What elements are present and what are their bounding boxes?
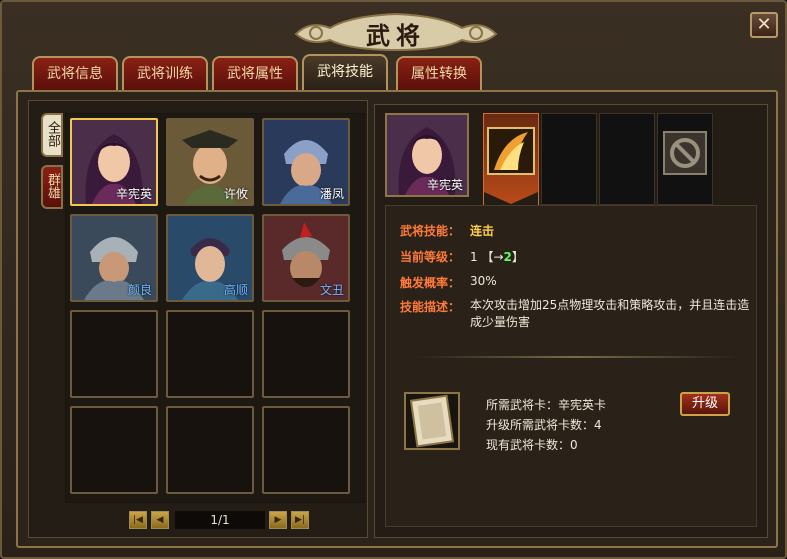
tab-general-training[interactable]: 武将训练 [122,56,208,90]
skill-level-close: 】 [511,250,524,264]
divider [416,356,736,358]
close-button[interactable]: ✕ [750,12,778,38]
skill-slot-locked [657,113,713,205]
hero-slot[interactable]: 辛宪英 [70,118,158,206]
skill-level-current: 1 [470,250,478,264]
locked-icon [663,131,707,175]
tab-general-skills[interactable]: 武将技能 [302,54,388,90]
hero-name: 潘凤 [319,187,344,201]
upgrade-button[interactable]: 升级 [680,392,730,416]
side-tab-all-label: 全部 [45,121,60,147]
combo-skill-icon [484,127,538,206]
hero-name: 文丑 [319,283,344,297]
skill-level-next: 2 [503,250,512,264]
hero-name: 颜良 [127,283,152,297]
empty-hero-slot [166,406,254,494]
prev-page-icon: ◀ [156,515,164,525]
skill-slot-empty [541,113,597,205]
required-card: 所需武将卡：辛宪英卡 [486,398,607,412]
hero-slot[interactable]: 许攸 [166,118,254,206]
skill-info-box: 武将技能： 连击 当前等级： 1 【→2】 触发概率： 30% 技能描述： 本次… [385,205,757,527]
general-card-icon [404,392,460,450]
last-page-button[interactable]: ▶| [291,511,309,529]
window-title-plate: 武将 [290,6,502,54]
side-tab-warlords[interactable]: 群雄 [41,165,63,209]
skill-detail-panel: 辛宪英 武将技能： 连击 当前等级： 1 【→2】 触发概率： 30% 技能描述… [374,104,768,538]
next-page-icon: ▶ [274,515,282,525]
upgrade-card-count: 升级所需武将卡数：4 [486,418,602,432]
skill-desc-label: 技能描述： [400,300,461,314]
side-tab-all[interactable]: 全部 [41,113,63,157]
hero-slot[interactable]: 文丑 [262,214,350,302]
empty-hero-slot [262,310,350,398]
window-title: 武将 [366,21,426,50]
hero-grid: 辛宪英 许攸 潘凤 颜良 高顺 文丑 [65,113,365,503]
tab-general-info[interactable]: 武将信息 [32,56,118,90]
empty-hero-slot [70,406,158,494]
prev-page-button[interactable]: ◀ [151,511,169,529]
hero-name: 高顺 [223,283,248,297]
next-page-button[interactable]: ▶ [269,511,287,529]
generals-window: 武将 ✕ 武将信息 武将训练 武将属性 武将技能 属性转换 全部 群雄 辛宪英 … [0,0,787,559]
skill-name-label: 武将技能： [400,224,461,238]
hero-slot[interactable]: 高顺 [166,214,254,302]
skill-level-label: 当前等级： [400,250,461,264]
hero-name: 辛宪英 [115,187,152,201]
empty-hero-slot [262,406,350,494]
skill-description: 本次攻击增加25点物理攻击和策略攻击，并且连击造成少量伤害 [470,298,750,329]
pager: |◀ ◀ 1/1 ▶ ▶| [129,511,319,531]
hero-slot[interactable]: 颜良 [70,214,158,302]
first-page-button[interactable]: |◀ [129,511,147,529]
hero-list-panel: 全部 群雄 辛宪英 许攸 潘凤 颜良 高顺 文丑 |◀ ◀ 1/1 ▶ ▶| [28,100,368,538]
skill-slot-empty [599,113,655,205]
selected-hero-name: 辛宪英 [426,178,463,192]
skill-name: 连击 [470,224,495,238]
owned-card-count: 现有武将卡数：0 [486,438,578,452]
skill-level: 1 【→2】 [470,248,524,265]
skill-level-open: 【→ [481,250,504,264]
tab-attribute-convert[interactable]: 属性转换 [396,56,482,90]
skill-slot-active[interactable] [483,113,539,206]
trigger-rate-label: 触发概率： [400,276,461,290]
tab-general-attributes[interactable]: 武将属性 [212,56,298,90]
empty-hero-slot [166,310,254,398]
last-page-icon: ▶| [295,515,305,525]
selected-hero-portrait: 辛宪英 [385,113,469,197]
empty-hero-slot [70,310,158,398]
trigger-rate: 30% [470,274,497,288]
content-panel: 全部 群雄 辛宪英 许攸 潘凤 颜良 高顺 文丑 |◀ ◀ 1/1 ▶ ▶| 辛… [16,90,778,548]
card-scroll-icon [409,394,455,448]
first-page-icon: |◀ [133,515,143,525]
hero-name: 许攸 [223,187,248,201]
page-indicator: 1/1 [175,511,265,529]
hero-slot[interactable]: 潘凤 [262,118,350,206]
side-tab-warlords-label: 群雄 [45,173,60,199]
